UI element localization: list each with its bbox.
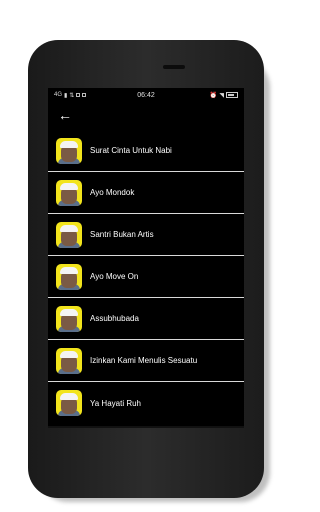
battery-icon <box>226 92 238 98</box>
list-item[interactable]: Assubhubada <box>48 298 244 340</box>
status-time: 06:42 <box>137 91 155 99</box>
status-bar: 4G ▮ ⇅ 06:42 ⏰ ◥ <box>48 88 244 102</box>
song-title: Izinkan Kami Menulis Sesuatu <box>90 356 198 365</box>
status-right: ⏰ ◥ <box>178 92 238 99</box>
list-item[interactable]: Izinkan Kami Menulis Sesuatu <box>48 340 244 382</box>
song-title: Ayo Mondok <box>90 188 135 197</box>
status-left: 4G ▮ ⇅ <box>54 92 114 99</box>
song-title: Santri Bukan Artis <box>90 230 154 239</box>
song-title: Assubhubada <box>90 314 139 323</box>
list-item[interactable]: Surat Cinta Untuk Nabi <box>48 130 244 172</box>
song-title: Ya Hayati Ruh <box>90 398 141 408</box>
network-label: 4G <box>54 92 63 98</box>
speaker-grille <box>163 65 185 69</box>
wifi-icon: ◥ <box>219 92 224 99</box>
list-item[interactable]: Santri Bukan Artis <box>48 214 244 256</box>
list-item[interactable]: Ayo Move On <box>48 256 244 298</box>
song-thumbnail <box>56 347 82 374</box>
signal-icon: ▮ <box>64 92 68 99</box>
song-title: Surat Cinta Untuk Nabi <box>90 146 172 155</box>
song-thumbnail <box>56 221 82 248</box>
gallery-icon <box>82 93 87 97</box>
alarm-icon: ⏰ <box>209 92 218 99</box>
song-thumbnail <box>56 305 82 332</box>
toolbar: ← <box>48 102 244 128</box>
list-item[interactable]: Ya Hayati Ruh <box>48 382 244 424</box>
song-thumbnail <box>56 390 82 416</box>
song-title: Ayo Move On <box>90 272 139 281</box>
list-item[interactable]: Ayo Mondok <box>48 172 244 214</box>
data-transfer-icon: ⇅ <box>69 92 75 99</box>
app-screen: 4G ▮ ⇅ 06:42 ⏰ ◥ ← Surat Cinta Untuk Nab… <box>48 88 244 426</box>
song-thumbnail <box>56 137 82 164</box>
song-thumbnail <box>56 179 82 206</box>
notification-icon <box>76 93 81 97</box>
screen-bottom-edge <box>48 426 244 428</box>
song-thumbnail <box>56 263 82 290</box>
song-list: Surat Cinta Untuk Nabi Ayo Mondok Santri… <box>48 130 244 424</box>
arrow-left-icon[interactable]: ← <box>58 108 72 122</box>
